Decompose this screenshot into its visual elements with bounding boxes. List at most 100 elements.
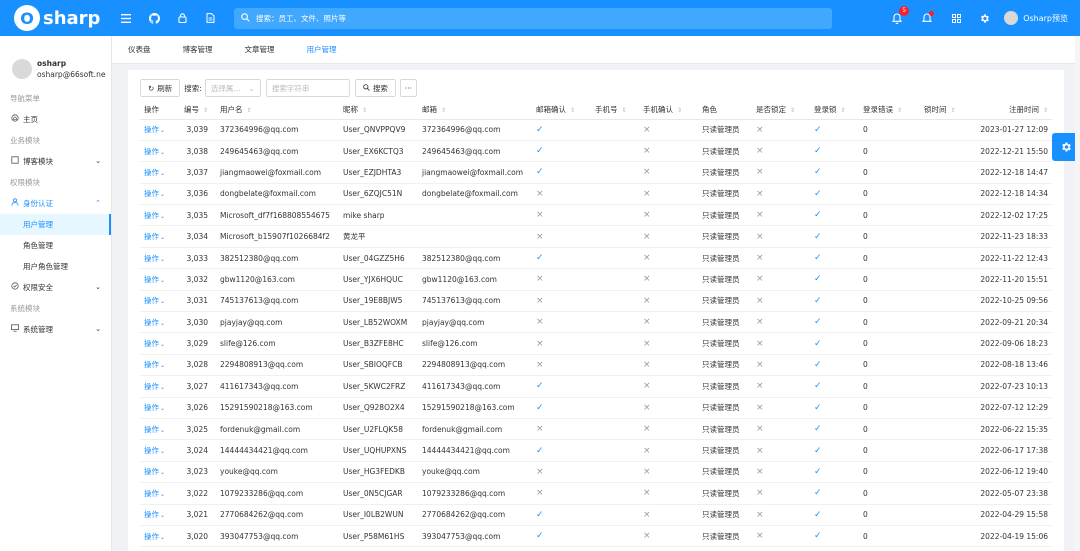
cell-email-confirmed: ×: [532, 268, 591, 291]
col-header[interactable]: 昵称 ⇕: [339, 100, 418, 120]
col-header[interactable]: 邮箱确认 ⇕: [532, 100, 591, 120]
nav-group-business: 业务模块: [10, 136, 40, 145]
chevron-down-icon: ⌄: [95, 283, 101, 291]
check-icon: ✓: [536, 124, 544, 135]
cell-phone-confirmed: ×: [639, 161, 698, 184]
cell-nickname: User_SBIOQFCB: [339, 354, 418, 377]
cell-email-confirmed: ×: [532, 418, 591, 441]
row-action-menu[interactable]: 操作⌄: [140, 183, 180, 206]
cell-lock-time: [920, 439, 970, 462]
tab-user-management[interactable]: 用户管理: [291, 36, 353, 64]
row-action-menu[interactable]: 操作⌄: [140, 397, 180, 419]
row-action-menu[interactable]: 操作⌄: [140, 439, 180, 462]
col-header[interactable]: 手机确认 ⇕: [639, 100, 698, 120]
check-icon: ✓: [536, 253, 544, 264]
row-action-menu[interactable]: 操作⌄: [140, 375, 180, 398]
table-row: 操作⌄ 3,039 372364996@qq.com User_QNVPPQV9 372…: [140, 119, 1052, 141]
sidebar-item-role-management[interactable]: 角色管理: [0, 235, 111, 256]
cell-phone-confirmed: ×: [639, 183, 698, 206]
github-icon[interactable]: [140, 0, 168, 36]
row-action-menu[interactable]: 操作⌄: [140, 161, 180, 184]
col-header[interactable]: 邮箱 ⇕: [418, 100, 532, 120]
cell-role: 只读管理员: [698, 397, 752, 419]
row-action-menu[interactable]: 操作⌄: [140, 140, 180, 163]
more-button[interactable]: ···: [399, 79, 417, 97]
row-action-menu[interactable]: 操作⌄: [140, 311, 180, 334]
app-grid-icon[interactable]: [942, 0, 970, 36]
cross-icon: ×: [756, 253, 764, 264]
row-action-menu[interactable]: 操作⌄: [140, 482, 180, 505]
refresh-button[interactable]: ↻ 刷新: [140, 79, 181, 97]
check-icon: ✓: [814, 488, 822, 499]
notification-bell[interactable]: 5: [882, 0, 912, 36]
alerts-button[interactable]: [912, 0, 942, 36]
cell-email: pjayjay@qq.com: [418, 311, 532, 334]
col-header[interactable]: 注册时间 ⇕: [970, 100, 1052, 120]
sidebar-item-user-management[interactable]: 用户管理: [0, 214, 111, 235]
cell-id: 3,024: [180, 439, 216, 462]
row-action-menu[interactable]: 操作⌄: [140, 504, 180, 526]
cell-login-errors: 0: [859, 183, 920, 206]
global-search[interactable]: [234, 7, 832, 29]
row-action-menu[interactable]: 操作⌄: [140, 225, 180, 248]
col-header[interactable]: 是否锁定 ⇕: [752, 100, 810, 120]
scrollbar[interactable]: [1075, 36, 1080, 551]
cell-nickname: User_YJX6HQUC: [339, 268, 418, 291]
field-select[interactable]: 选择属... ⌄: [204, 79, 261, 97]
sidebar-item-identity[interactable]: 身份认证 ⌃: [0, 193, 111, 214]
row-action-menu[interactable]: 操作⌄: [140, 204, 180, 227]
sidebar-item-home[interactable]: 主页: [0, 109, 111, 130]
col-header[interactable]: 编号 ⇕: [180, 100, 216, 120]
lock-icon[interactable]: [168, 0, 196, 36]
cell-email-confirmed: ×: [532, 183, 591, 206]
cell-login-errors: 0: [859, 354, 920, 377]
row-action-menu[interactable]: 操作⌄: [140, 525, 180, 548]
cell-phone-confirmed: ×: [639, 268, 698, 291]
search-label: 搜索:: [184, 83, 202, 93]
row-action-menu[interactable]: 操作⌄: [140, 354, 180, 377]
cell-login-errors: 0: [859, 140, 920, 163]
sidebar-item-security[interactable]: 权限安全 ⌄: [0, 277, 111, 298]
cross-icon: ×: [643, 531, 651, 542]
cross-icon: ×: [536, 295, 544, 306]
search-input[interactable]: [265, 79, 350, 97]
row-action-menu[interactable]: 操作⌄: [140, 119, 180, 141]
row-action-menu[interactable]: 操作⌄: [140, 418, 180, 441]
row-action-menu[interactable]: 操作⌄: [140, 461, 180, 484]
cell-login-lock: ✓: [810, 461, 859, 484]
cell-id: 3,034: [180, 225, 216, 248]
app-logo[interactable]: O sharp: [0, 5, 112, 31]
cell-login-errors: 0: [859, 332, 920, 355]
cell-login-lock: ✓: [810, 204, 859, 227]
sidebar-item-user-role-management[interactable]: 用户角色管理: [0, 256, 111, 277]
cell-register-time: 2022-09-06 18:23: [970, 332, 1052, 355]
col-header[interactable]: 锁时间 ⇕: [920, 100, 970, 120]
notification-badge: 5: [899, 6, 910, 16]
col-header[interactable]: 用户名 ⇕: [216, 100, 339, 120]
row-action-menu[interactable]: 操作⌄: [140, 268, 180, 291]
cell-username: Microsoft_df7f16880855467​5: [216, 204, 339, 227]
cell-nickname: User_QNVPPQV9: [339, 119, 418, 141]
user-menu[interactable]: Osharp预览: [998, 11, 1080, 25]
check-icon: ✓: [814, 167, 822, 178]
sidebar-item-system[interactable]: 系统管理 ⌄: [0, 319, 111, 340]
tab-article-management[interactable]: 文章管理: [229, 36, 291, 64]
global-search-input[interactable]: [256, 13, 816, 23]
row-action-menu[interactable]: 操作⌄: [140, 247, 180, 270]
tab-dashboard[interactable]: 仪表盘: [112, 36, 167, 64]
logo-icon: O: [14, 5, 40, 31]
col-header[interactable]: 手机号 ⇕: [591, 100, 639, 120]
menu-toggle-icon[interactable]: [112, 0, 140, 36]
tab-blog-management[interactable]: 博客管理: [167, 36, 229, 64]
nav-group-header: 导航菜单: [10, 94, 40, 103]
row-action-menu[interactable]: 操作⌄: [140, 332, 180, 355]
sidebar-item-blog[interactable]: 博客模块 ⌄: [0, 151, 111, 172]
row-action-menu[interactable]: 操作⌄: [140, 290, 180, 313]
document-icon[interactable]: [196, 0, 224, 36]
col-header[interactable]: 登录错误 ⇕: [859, 100, 920, 120]
settings-gear-icon[interactable]: [970, 0, 998, 36]
cell-phone: [591, 311, 639, 334]
cell-login-lock: ✓: [810, 375, 859, 398]
col-header[interactable]: 登录锁 ⇕: [810, 100, 859, 120]
search-button[interactable]: 搜索: [354, 79, 396, 97]
